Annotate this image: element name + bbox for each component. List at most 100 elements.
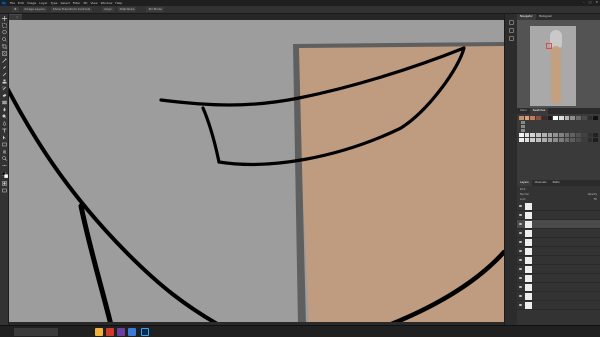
layer-row[interactable] bbox=[517, 247, 600, 256]
color-swatch[interactable] bbox=[541, 138, 547, 142]
color-swatch[interactable] bbox=[564, 116, 570, 120]
foreground-color-swatch[interactable] bbox=[2, 172, 8, 178]
color-swatch[interactable] bbox=[559, 138, 564, 142]
visibility-eye-icon[interactable] bbox=[517, 220, 523, 229]
swatch-group[interactable] bbox=[521, 129, 598, 132]
color-swatch[interactable] bbox=[570, 116, 576, 120]
layer-row[interactable] bbox=[517, 301, 600, 310]
color-swatch[interactable] bbox=[530, 133, 536, 137]
color-swatch[interactable] bbox=[530, 138, 536, 142]
color-swatch[interactable] bbox=[593, 138, 599, 142]
show-transform-checkbox[interactable]: Show Transform Controls bbox=[50, 7, 93, 12]
color-swatch[interactable] bbox=[570, 133, 576, 137]
dodge-tool-icon[interactable] bbox=[2, 114, 7, 119]
color-swatch[interactable] bbox=[570, 138, 576, 142]
visibility-eye-icon[interactable] bbox=[517, 265, 523, 274]
clone-stamp-tool-icon[interactable] bbox=[2, 79, 7, 84]
color-swatch[interactable] bbox=[564, 133, 570, 137]
menu-filter[interactable]: Filter bbox=[73, 1, 80, 5]
color-swatch[interactable] bbox=[519, 116, 524, 120]
eyedropper-tool-icon[interactable] bbox=[2, 58, 7, 63]
history-panel-icon[interactable] bbox=[509, 20, 514, 25]
marquee-tool-icon[interactable] bbox=[2, 23, 7, 28]
menu-file[interactable]: File bbox=[10, 1, 15, 5]
color-swatch[interactable] bbox=[593, 133, 599, 137]
layer-row[interactable] bbox=[517, 229, 600, 238]
more-tools-icon[interactable] bbox=[2, 163, 7, 168]
brush-tool-icon[interactable] bbox=[2, 72, 7, 77]
color-swatch[interactable] bbox=[587, 116, 593, 120]
eraser-tool-icon[interactable] bbox=[2, 93, 7, 98]
visibility-eye-icon[interactable] bbox=[517, 283, 523, 292]
auto-select-dropdown[interactable]: Image Layers bbox=[22, 7, 47, 12]
color-swatch[interactable] bbox=[553, 138, 559, 142]
color-swatch[interactable] bbox=[587, 133, 593, 137]
adjustments-panel-icon[interactable] bbox=[509, 36, 514, 41]
color-swatch[interactable] bbox=[559, 116, 564, 120]
color-swatch[interactable] bbox=[536, 138, 541, 142]
blend-mode-select[interactable]: Normal bbox=[520, 193, 529, 196]
path-selection-tool-icon[interactable] bbox=[2, 135, 7, 140]
color-swatch[interactable] bbox=[547, 133, 553, 137]
rectangle-tool-icon[interactable] bbox=[2, 142, 7, 147]
navigator-view-box[interactable] bbox=[546, 43, 552, 49]
color-swatch[interactable] bbox=[587, 138, 593, 142]
visibility-eye-icon[interactable] bbox=[517, 274, 523, 283]
visibility-eye-icon[interactable] bbox=[517, 292, 523, 301]
photoshop-taskbar-icon[interactable] bbox=[141, 328, 149, 336]
layer-filter-kind[interactable]: Kind bbox=[520, 188, 525, 191]
visibility-eye-icon[interactable] bbox=[517, 238, 523, 247]
color-swatch[interactable] bbox=[524, 116, 530, 120]
swatch-group[interactable] bbox=[521, 121, 598, 124]
move-tool-options-icon[interactable]: ✥ bbox=[12, 7, 19, 12]
document-canvas[interactable] bbox=[9, 20, 504, 325]
navigator-thumbnail[interactable] bbox=[530, 26, 576, 106]
color-swatch[interactable] bbox=[559, 133, 564, 137]
color-swatch[interactable] bbox=[547, 138, 553, 142]
taskbar-search-input[interactable] bbox=[14, 328, 58, 336]
layer-row[interactable] bbox=[517, 220, 600, 229]
color-swatch[interactable] bbox=[553, 133, 559, 137]
healing-brush-tool-icon[interactable] bbox=[2, 65, 7, 70]
fill-label[interactable]: Fill bbox=[594, 198, 597, 201]
menu-layer[interactable]: Layer bbox=[39, 1, 47, 5]
color-swatch[interactable] bbox=[524, 133, 530, 137]
3d-mode-controls[interactable]: 3D Mode bbox=[146, 7, 164, 12]
tab-channels[interactable]: Channels bbox=[532, 180, 550, 186]
menu-edit[interactable]: Edit bbox=[18, 1, 24, 5]
color-swatch[interactable] bbox=[530, 116, 536, 120]
menu-window[interactable]: Window bbox=[101, 1, 113, 5]
color-swatch[interactable] bbox=[593, 116, 599, 120]
windows-start-icon[interactable] bbox=[4, 329, 10, 335]
color-swatch[interactable] bbox=[581, 138, 587, 142]
layer-row[interactable] bbox=[517, 256, 600, 265]
color-swatch[interactable] bbox=[547, 116, 553, 120]
visibility-eye-icon[interactable] bbox=[517, 229, 523, 238]
visibility-eye-icon[interactable] bbox=[517, 211, 523, 220]
menu-view[interactable]: View bbox=[90, 1, 97, 5]
frame-tool-icon[interactable] bbox=[2, 51, 7, 56]
type-tool-icon[interactable] bbox=[2, 128, 7, 133]
color-swatch[interactable] bbox=[541, 116, 547, 120]
layer-row[interactable] bbox=[517, 238, 600, 247]
color-swatch[interactable] bbox=[536, 116, 541, 120]
layer-row[interactable] bbox=[517, 202, 600, 211]
move-tool-icon[interactable] bbox=[2, 16, 7, 21]
menu-select[interactable]: Select bbox=[61, 1, 70, 5]
lasso-tool-icon[interactable] bbox=[2, 30, 7, 35]
layer-row[interactable] bbox=[517, 211, 600, 220]
color-swatch[interactable] bbox=[576, 133, 581, 137]
color-swatch[interactable] bbox=[524, 138, 530, 142]
blur-tool-icon[interactable] bbox=[2, 107, 7, 112]
visibility-eye-icon[interactable] bbox=[517, 301, 523, 310]
gradient-tool-icon[interactable] bbox=[2, 100, 7, 105]
color-swatch[interactable] bbox=[576, 138, 581, 142]
layer-row[interactable] bbox=[517, 283, 600, 292]
layer-row[interactable] bbox=[517, 292, 600, 301]
color-swatch[interactable] bbox=[541, 133, 547, 137]
menu-type[interactable]: Type bbox=[51, 1, 58, 5]
app-icon[interactable] bbox=[128, 328, 136, 336]
file-explorer-icon[interactable] bbox=[95, 328, 103, 336]
color-swatch[interactable] bbox=[581, 133, 587, 137]
screen-mode-icon[interactable] bbox=[2, 188, 7, 193]
